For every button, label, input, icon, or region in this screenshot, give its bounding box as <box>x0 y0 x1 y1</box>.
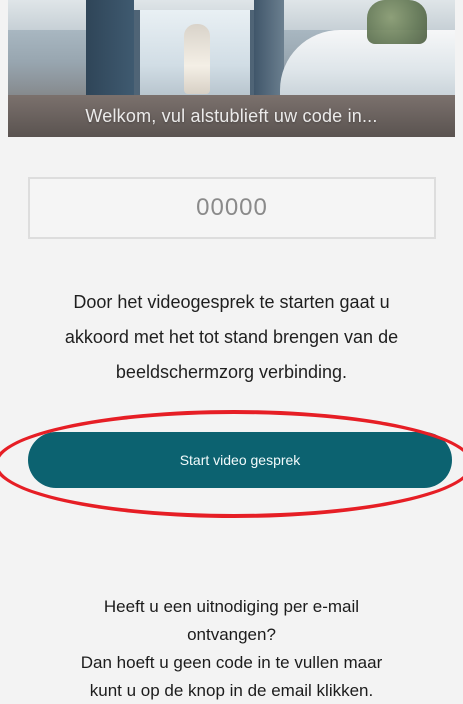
code-field-wrapper <box>28 177 436 239</box>
consent-line: Door het videogesprek te starten gaat u <box>73 292 390 312</box>
hero-door-left <box>86 0 134 108</box>
invite-line: kunt u op de knop in de email klikken. <box>89 681 374 700</box>
login-page: Welkom, vul alstublieft uw code in... Do… <box>0 0 463 704</box>
invite-line: Dan hoeft u geen code in te vullen maar <box>80 653 383 672</box>
invitation-note: Heeft u een uitnodiging per e-mail ontva… <box>0 593 463 704</box>
invite-line: ontvangen? <box>187 625 276 644</box>
hero-person <box>184 24 210 94</box>
hero-plant <box>367 0 427 44</box>
hero-reception-counter <box>280 30 455 102</box>
code-input[interactable] <box>30 178 434 238</box>
consent-line: akkoord met het tot stand brengen van de <box>64 327 399 347</box>
consent-text: Door het videogesprek te starten gaat u … <box>0 285 463 390</box>
header-image: Welkom, vul alstublieft uw code in... <box>8 0 455 137</box>
start-video-call-button[interactable]: Start video gesprek <box>28 432 452 488</box>
consent-line: beeldschermzorg verbinding. <box>115 362 348 382</box>
welcome-caption: Welkom, vul alstublieft uw code in... <box>85 105 378 126</box>
invite-line: Heeft u een uitnodiging per e-mail <box>103 597 360 616</box>
